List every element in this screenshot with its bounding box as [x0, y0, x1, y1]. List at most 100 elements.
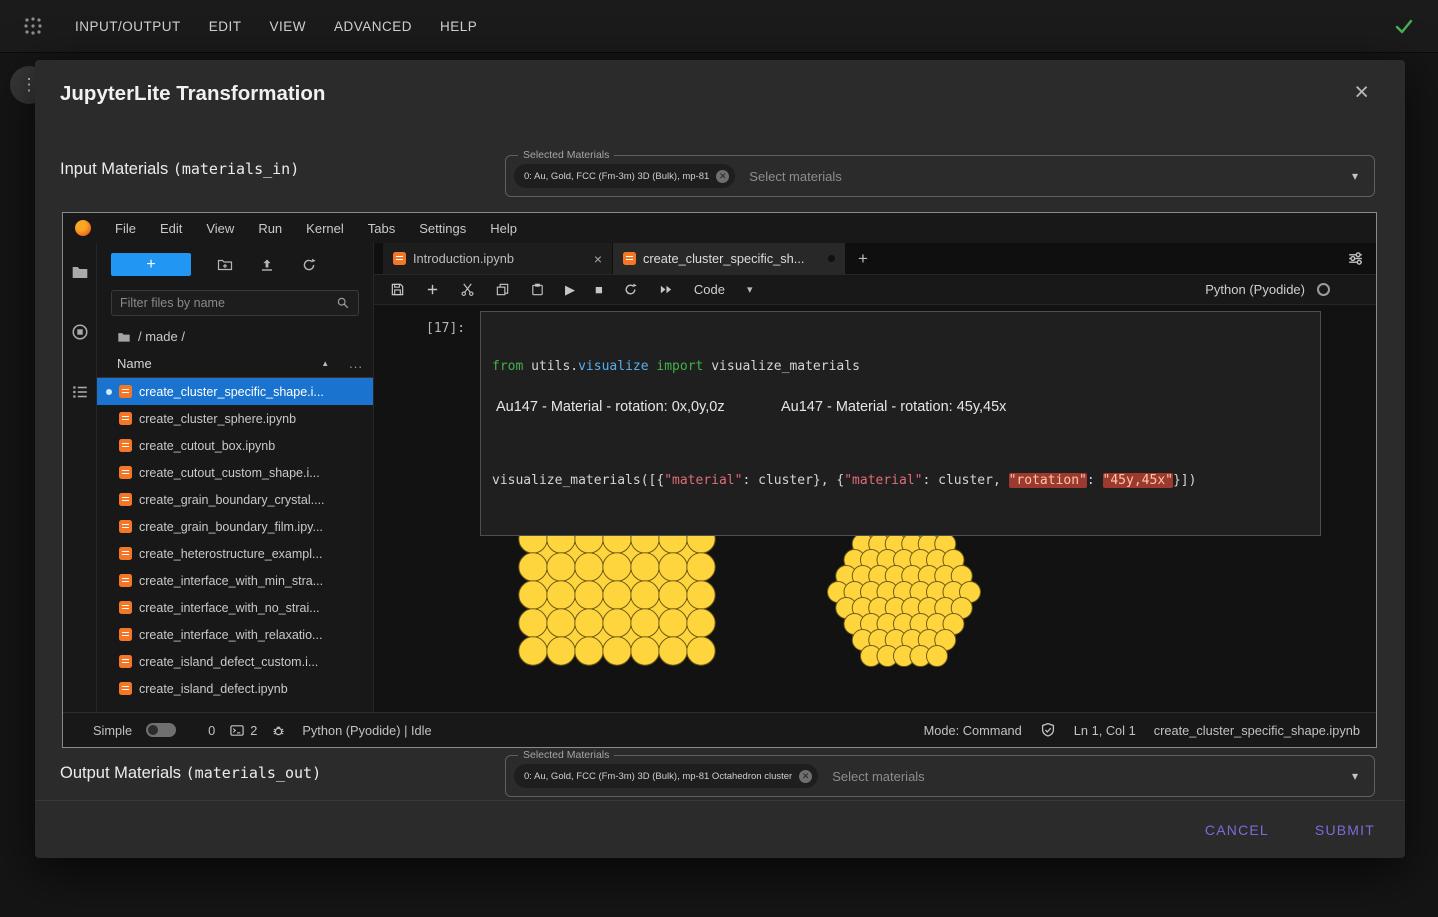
apply-check-icon[interactable]	[1394, 16, 1414, 36]
add-tab-icon[interactable]: +	[846, 243, 880, 274]
run-cell-icon[interactable]: ▶	[565, 283, 575, 296]
menu-edit[interactable]: EDIT	[209, 19, 242, 34]
simple-mode-toggle[interactable]	[146, 723, 176, 737]
menu-help[interactable]: HELP	[440, 19, 477, 34]
input-materials-select[interactable]: Selected Materials 0: Au, Gold, FCC (Fm-…	[505, 155, 1375, 197]
file-list-item[interactable]: create_cluster_sphere.ipynb	[97, 405, 373, 432]
restart-run-all-icon[interactable]	[658, 282, 674, 297]
kernel-indicator[interactable]: Python (Pyodide)	[1205, 282, 1376, 297]
jupyter-body: +	[63, 243, 1376, 712]
save-icon[interactable]	[390, 282, 405, 297]
material-chip[interactable]: 0: Au, Gold, FCC (Fm-3m) 3D (Bulk), mp-8…	[514, 764, 818, 788]
insert-cell-icon[interactable]	[425, 282, 440, 297]
notebook-icon	[119, 574, 132, 587]
activity-bar	[63, 243, 97, 712]
file-name: create_interface_with_min_stra...	[139, 574, 323, 588]
file-filter-input[interactable]	[120, 296, 330, 310]
breadcrumb[interactable]: / made /	[117, 329, 373, 344]
submit-button[interactable]: SUBMIT	[1315, 822, 1375, 838]
code-editor[interactable]: from utils.visualize import visualize_ma…	[480, 311, 1321, 536]
cursor-position[interactable]: Ln 1, Col 1	[1074, 723, 1136, 738]
material-chip-label: 0: Au, Gold, FCC (Fm-3m) 3D (Bulk), mp-8…	[524, 771, 792, 782]
jupyter-menu-edit[interactable]: Edit	[160, 221, 182, 236]
chevron-down-icon[interactable]: ▾	[1352, 169, 1358, 183]
output-materials-text: Output Materials	[60, 764, 186, 782]
file-list-item[interactable]: create_interface_with_no_strai...	[97, 594, 373, 621]
code-cell: [17]: from utils.visualize import visual…	[374, 311, 1376, 391]
tab-introduction[interactable]: Introduction.ipynb ×	[383, 243, 612, 274]
jupyter-menu-help[interactable]: Help	[490, 221, 517, 236]
file-list-item[interactable]: create_island_defect.ipynb	[97, 675, 373, 702]
jupyterlite-logo-icon	[75, 220, 91, 236]
tab-create-cluster-specific-shape[interactable]: create_cluster_specific_sh...	[613, 243, 845, 274]
cut-icon[interactable]	[460, 282, 475, 297]
file-list: create_cluster_specific_shape.i... creat…	[97, 378, 373, 712]
output-materials-label: Output Materials (materials_out)	[60, 764, 321, 783]
settings-sliders-icon[interactable]	[1347, 250, 1364, 267]
app-grid-icon[interactable]	[22, 15, 44, 37]
sort-ascending-icon[interactable]: ▲	[321, 359, 329, 368]
file-name: create_cutout_custom_shape.i...	[139, 466, 320, 480]
file-list-item[interactable]: create_cutout_custom_shape.i...	[97, 459, 373, 486]
material-chip[interactable]: 0: Au, Gold, FCC (Fm-3m) 3D (Bulk), mp-8…	[514, 164, 735, 188]
dialog-title: JupyterLite Transformation	[60, 82, 325, 106]
file-list-item[interactable]: create_cutout_box.ipynb	[97, 432, 373, 459]
file-list-item[interactable]: create_interface_with_min_stra...	[97, 567, 373, 594]
jupyterlab-frame: File Edit View Run Kernel Tabs Settings …	[62, 212, 1377, 748]
menu-input-output[interactable]: INPUT/OUTPUT	[75, 19, 181, 34]
file-browser-panel: +	[97, 243, 374, 712]
file-list-header[interactable]: Name ▲ ...	[97, 356, 373, 378]
close-icon[interactable]: ×	[1354, 80, 1369, 105]
file-list-item[interactable]: create_interface_with_relaxatio...	[97, 621, 373, 648]
copy-icon[interactable]	[495, 282, 510, 297]
interrupt-kernel-icon[interactable]: ■	[595, 283, 603, 296]
file-list-item[interactable]: create_cluster_specific_shape.i...	[97, 378, 373, 405]
paste-icon[interactable]	[530, 282, 545, 297]
file-list-item[interactable]: create_island_defect_custom.i...	[97, 648, 373, 675]
jupyter-menu-file[interactable]: File	[115, 221, 136, 236]
menu-advanced[interactable]: ADVANCED	[334, 19, 412, 34]
new-launcher-button[interactable]: +	[111, 253, 191, 276]
jupyter-menu-tabs[interactable]: Tabs	[368, 221, 395, 236]
upload-icon[interactable]	[259, 257, 275, 273]
chip-remove-icon[interactable]: ✕	[799, 770, 812, 783]
kernel-busy-count: 0	[208, 723, 215, 738]
jupyter-menu-view[interactable]: View	[206, 221, 234, 236]
chevron-down-icon: ▾	[747, 283, 753, 296]
cancel-button[interactable]: CANCEL	[1205, 822, 1269, 838]
file-name: create_cluster_sphere.ipynb	[139, 412, 296, 426]
file-browser-icon[interactable]	[71, 263, 89, 281]
tab-close-icon[interactable]: ×	[594, 251, 602, 267]
cell-type-dropdown[interactable]: Code ▾	[694, 282, 753, 297]
new-folder-icon[interactable]	[217, 257, 233, 273]
table-of-contents-icon[interactable]	[71, 383, 89, 401]
debugger-bug-icon[interactable]	[271, 723, 286, 738]
terminal-icon[interactable]	[229, 723, 245, 738]
restart-kernel-icon[interactable]	[623, 282, 638, 297]
chevron-down-icon[interactable]: ▾	[1352, 769, 1358, 783]
jupyter-menu-kernel[interactable]: Kernel	[306, 221, 344, 236]
tab-label: Introduction.ipynb	[413, 251, 587, 266]
file-list-item[interactable]: create_grain_boundary_film.ipy...	[97, 513, 373, 540]
file-name: create_island_defect_custom.i...	[139, 655, 318, 669]
jupyter-status-bar: Simple 0 2 Python (Pyodide) | Idle Mode:…	[63, 712, 1376, 747]
file-name: create_cluster_specific_shape.i...	[139, 385, 324, 399]
notebook-icon	[119, 682, 132, 695]
running-kernels-icon[interactable]	[71, 323, 89, 341]
search-icon	[336, 296, 350, 310]
select-materials-placeholder: Select materials	[832, 769, 924, 784]
file-list-item[interactable]: create_heterostructure_exampl...	[97, 540, 373, 567]
menu-view[interactable]: VIEW	[270, 19, 307, 34]
file-name: create_grain_boundary_crystal....	[139, 493, 325, 507]
terminal-count: 2	[250, 723, 257, 738]
jupyter-menu-run[interactable]: Run	[258, 221, 282, 236]
status-right-group: Mode: Command Ln 1, Col 1 create_cluster…	[924, 722, 1360, 738]
notebook-content: [17]: from utils.visualize import visual…	[374, 305, 1376, 712]
file-filter-box	[111, 290, 359, 316]
refresh-icon[interactable]	[301, 257, 317, 273]
chip-remove-icon[interactable]: ✕	[716, 170, 729, 183]
kernel-status-text[interactable]: Python (Pyodide) | Idle	[302, 723, 431, 738]
file-list-item[interactable]: create_grain_boundary_crystal....	[97, 486, 373, 513]
jupyter-menu-settings[interactable]: Settings	[419, 221, 466, 236]
output-materials-select[interactable]: Selected Materials 0: Au, Gold, FCC (Fm-…	[505, 755, 1375, 797]
